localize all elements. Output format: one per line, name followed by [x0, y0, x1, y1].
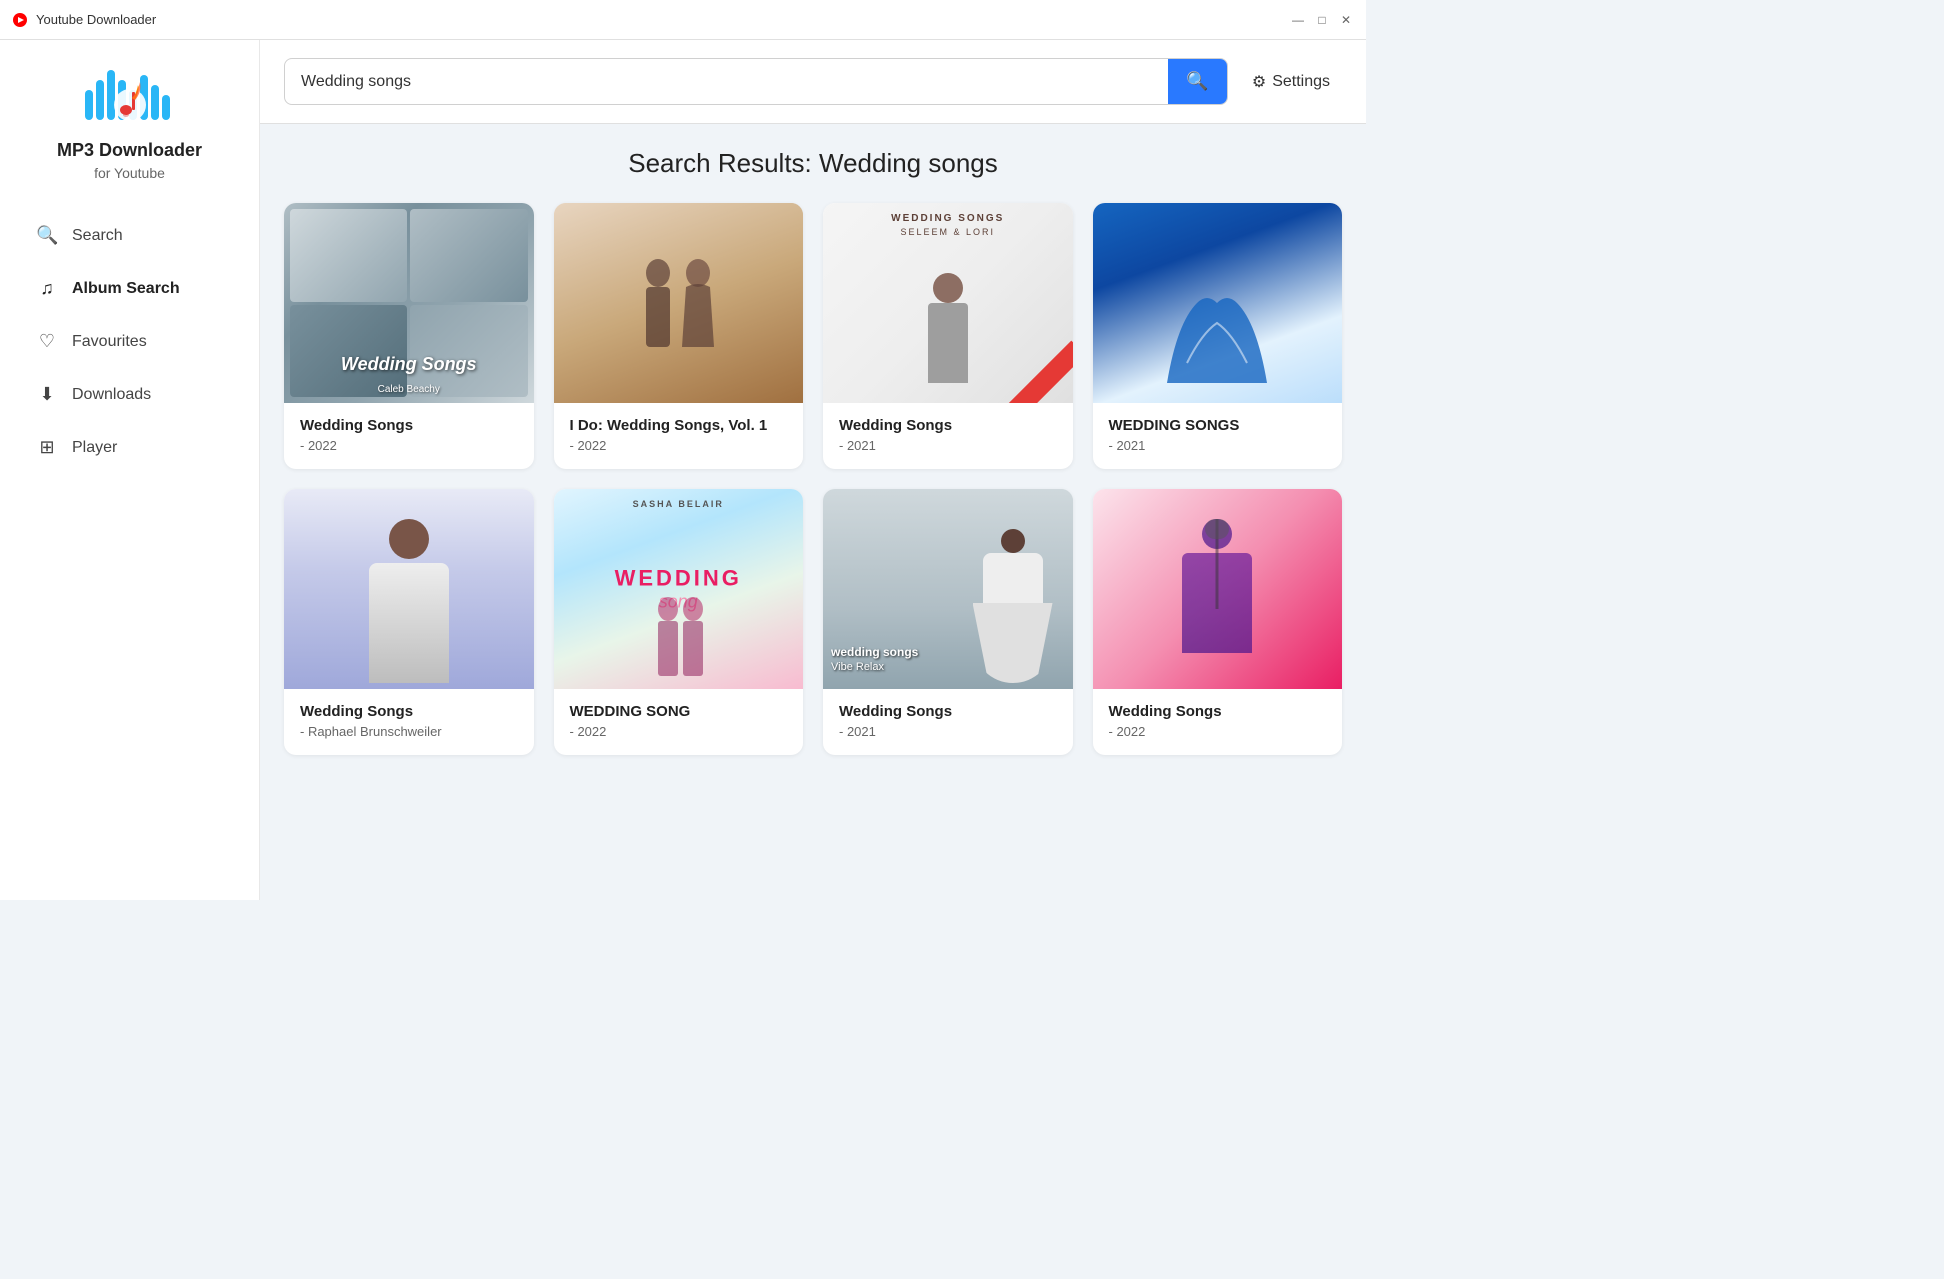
sidebar-item-favourites[interactable]: ♡ Favourites — [16, 317, 243, 366]
album-card-5[interactable]: Wedding Songs - Raphael Brunschweiler — [284, 489, 534, 755]
album-info-3: Wedding Songs - 2021 — [823, 403, 1073, 469]
album-info-2: I Do: Wedding Songs, Vol. 1 - 2022 — [554, 403, 804, 469]
album-title-2: I Do: Wedding Songs, Vol. 1 — [570, 417, 788, 434]
app-body: ♪ MP3 Downloader for Youtube 🔍 Search ♫ … — [0, 40, 1366, 900]
sidebar-label-favourites: Favourites — [72, 333, 147, 351]
album-title-3: Wedding Songs — [839, 417, 1057, 434]
sidebar-label-search: Search — [72, 227, 123, 245]
album-cover-7: wedding songsVibe Relax — [823, 489, 1073, 689]
album-cover-3: WEDDING SONGS SELEEM & LORI — [823, 203, 1073, 403]
player-icon: ⊞ — [36, 437, 58, 458]
sidebar-label-downloads: Downloads — [72, 386, 151, 404]
album-info-7: Wedding Songs - 2021 — [823, 689, 1073, 755]
album-cover-8 — [1093, 489, 1343, 689]
settings-button[interactable]: ⚙ Settings — [1240, 64, 1342, 100]
album-info-5: Wedding Songs - Raphael Brunschweiler — [284, 689, 534, 755]
album-card-7[interactable]: wedding songsVibe Relax Wedding Songs - … — [823, 489, 1073, 755]
settings-gear-icon: ⚙ — [1252, 72, 1266, 92]
title-bar-controls: — □ ✕ — [1290, 12, 1354, 28]
logo-icon: ♪ — [80, 60, 180, 140]
album-meta-1: - 2022 — [300, 438, 518, 453]
album-card-1[interactable]: Wedding Songs Caleb Beachy Wedding Songs… — [284, 203, 534, 469]
album-meta-2: - 2022 — [570, 438, 788, 453]
album-title-4: WEDDING SONGS — [1109, 417, 1327, 434]
album-title-8: Wedding Songs — [1109, 703, 1327, 720]
album-title-5: Wedding Songs — [300, 703, 518, 720]
results-title: Search Results: Wedding songs — [284, 148, 1342, 179]
album-title-6: WEDDING SONG — [570, 703, 788, 720]
album-icon: ♫ — [36, 278, 58, 299]
cover-4-svg — [1107, 203, 1327, 403]
album-card-6[interactable]: SASHA BELAIR WEDDING song — [554, 489, 804, 755]
logo-container: ♪ MP3 Downloader for Youtube — [57, 60, 202, 181]
album-card-4[interactable]: WEDDING SONGS - 2021 — [1093, 203, 1343, 469]
album-title-7: Wedding Songs — [839, 703, 1057, 720]
album-meta-5: - Raphael Brunschweiler — [300, 724, 518, 739]
album-meta-4: - 2021 — [1109, 438, 1327, 453]
main-content: 🔍 ⚙ Settings Search Results: Wedding son… — [260, 40, 1366, 900]
sidebar-item-downloads[interactable]: ⬇ Downloads — [16, 370, 243, 419]
album-info-1: Wedding Songs - 2022 — [284, 403, 534, 469]
album-card-3[interactable]: WEDDING SONGS SELEEM & LORI Wedding Song… — [823, 203, 1073, 469]
cover-7-text: wedding songsVibe Relax — [831, 645, 1065, 673]
search-input-wrap: 🔍 — [284, 58, 1228, 105]
cover-1-sub: Caleb Beachy — [284, 384, 534, 395]
album-cover-2 — [554, 203, 804, 403]
album-title-1: Wedding Songs — [300, 417, 518, 434]
download-icon: ⬇ — [36, 384, 58, 405]
album-meta-3: - 2021 — [839, 438, 1057, 453]
maximize-button[interactable]: □ — [1314, 12, 1330, 28]
search-button[interactable]: 🔍 — [1168, 59, 1226, 104]
settings-label: Settings — [1272, 73, 1330, 91]
album-cover-4 — [1093, 203, 1343, 403]
albums-grid: Wedding Songs Caleb Beachy Wedding Songs… — [284, 203, 1342, 755]
heart-icon: ♡ — [36, 331, 58, 352]
search-submit-icon: 🔍 — [1186, 71, 1208, 92]
app-title: Youtube Downloader — [36, 12, 156, 27]
sidebar: ♪ MP3 Downloader for Youtube 🔍 Search ♫ … — [0, 40, 260, 900]
album-info-6: WEDDING SONG - 2022 — [554, 689, 804, 755]
cover-2-svg — [618, 243, 738, 403]
close-button[interactable]: ✕ — [1338, 12, 1354, 28]
sidebar-item-album-search[interactable]: ♫ Album Search — [16, 264, 243, 313]
cover-6-couple-svg — [638, 589, 718, 689]
search-input[interactable] — [285, 61, 1168, 103]
album-card-2[interactable]: I Do: Wedding Songs, Vol. 1 - 2022 — [554, 203, 804, 469]
album-meta-8: - 2022 — [1109, 724, 1327, 739]
title-bar-left: Youtube Downloader — [12, 12, 156, 28]
cover-6-artist: SASHA BELAIR — [554, 499, 804, 509]
album-cover-5 — [284, 489, 534, 689]
cover-3-title-text: WEDDING SONGS — [823, 213, 1073, 224]
album-card-8[interactable]: Wedding Songs - 2022 — [1093, 489, 1343, 755]
search-icon: 🔍 — [36, 225, 58, 246]
album-meta-6: - 2022 — [570, 724, 788, 739]
album-meta-7: - 2021 — [839, 724, 1057, 739]
album-info-8: Wedding Songs - 2022 — [1093, 689, 1343, 755]
sidebar-label-player: Player — [72, 439, 117, 457]
album-info-4: WEDDING SONGS - 2021 — [1093, 403, 1343, 469]
search-bar-area: 🔍 ⚙ Settings — [260, 40, 1366, 124]
sidebar-label-album-search: Album Search — [72, 280, 180, 298]
app-subtitle: for Youtube — [94, 165, 165, 181]
sidebar-item-search[interactable]: 🔍 Search — [16, 211, 243, 260]
title-bar: Youtube Downloader — □ ✕ — [0, 0, 1366, 40]
album-cover-6: SASHA BELAIR WEDDING song — [554, 489, 804, 689]
app-icon — [12, 12, 28, 28]
results-area: Search Results: Wedding songs Wedding So… — [260, 124, 1366, 900]
cover-3-sub-text: SELEEM & LORI — [823, 227, 1073, 237]
cover-1-text: Wedding Songs — [284, 354, 534, 375]
nav-menu: 🔍 Search ♫ Album Search ♡ Favourites ⬇ D… — [0, 211, 259, 472]
sidebar-item-player[interactable]: ⊞ Player — [16, 423, 243, 472]
minimize-button[interactable]: — — [1290, 12, 1306, 28]
album-cover-1: Wedding Songs Caleb Beachy — [284, 203, 534, 403]
app-name: MP3 Downloader — [57, 140, 202, 161]
